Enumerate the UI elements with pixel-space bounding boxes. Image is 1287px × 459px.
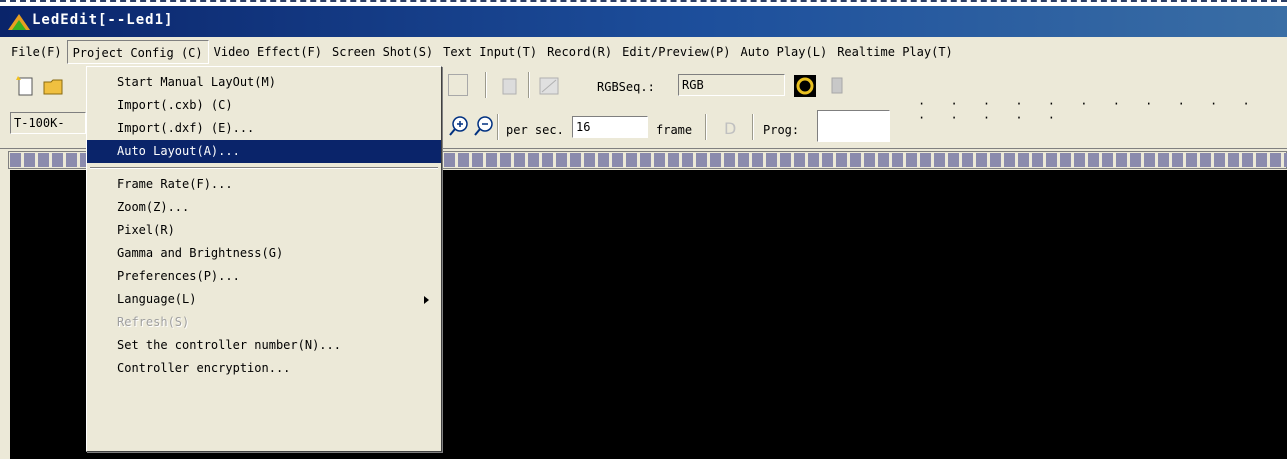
menu-video-effect[interactable]: Video Effect(F): [209, 40, 327, 64]
project-config-menu: Start Manual LayOut(M) Import(.cxb) (C) …: [86, 66, 442, 452]
menu-record[interactable]: Record(R): [542, 40, 617, 64]
frame-label: frame: [656, 123, 693, 137]
slider-ticks: · · · · · · · · · · · · · · · ·: [918, 97, 1259, 125]
menuitem-frame-rate[interactable]: Frame Rate(F)...: [87, 173, 441, 196]
disabled-play-icon[interactable]: D: [720, 116, 744, 140]
menuitem-language[interactable]: Language(L): [87, 288, 441, 311]
menuitem-set-controller-number[interactable]: Set the controller number(N)...: [87, 334, 441, 357]
app-logo-icon: [8, 14, 30, 30]
toolbar-separator: [528, 72, 530, 98]
menuitem-auto-layout[interactable]: Auto Layout(A)...: [87, 140, 441, 163]
toolbar-separator: [705, 114, 707, 140]
menuitem-controller-encryption[interactable]: Controller encryption...: [87, 357, 441, 380]
zoom-out-icon[interactable]: [472, 114, 496, 138]
color-ring-icon[interactable]: [793, 74, 817, 98]
new-file-icon[interactable]: [14, 74, 38, 98]
window-title: LedEdit[--Led1]: [32, 12, 174, 28]
menu-screen-shot[interactable]: Screen Shot(S): [327, 40, 438, 64]
menu-edit-preview[interactable]: Edit/Preview(P): [617, 40, 735, 64]
title-bar-top-edge: [0, 0, 1287, 6]
menu-realtime-play[interactable]: Realtime Play(T): [832, 40, 958, 64]
disabled-edit-icon[interactable]: [537, 74, 561, 98]
menuitem-gamma-brightness[interactable]: Gamma and Brightness(G): [87, 242, 441, 265]
disabled-doc-icon[interactable]: [826, 74, 850, 98]
model-combo[interactable]: T-100K-: [10, 112, 86, 134]
toolbar-separator: [497, 114, 499, 140]
per-sec-label: per sec.: [506, 123, 564, 137]
menuitem-language-label: Language(L): [117, 292, 197, 306]
toolbar-separator: [752, 114, 754, 140]
title-bar: LedEdit[--Led1]: [0, 0, 1287, 37]
prog-label: Prog:: [763, 123, 800, 137]
submenu-arrow-icon: [424, 296, 429, 304]
open-folder-icon[interactable]: [42, 74, 66, 98]
menuitem-import-cxb[interactable]: Import(.cxb) (C): [87, 94, 441, 117]
toolbar-separator: [485, 72, 487, 98]
disabled-tool-icon[interactable]: [448, 74, 468, 96]
menu-separator: [87, 163, 441, 173]
menuitem-preferences[interactable]: Preferences(P)...: [87, 265, 441, 288]
menuitem-pixel[interactable]: Pixel(R): [87, 219, 441, 242]
rgbseq-label: RGBSeq.:: [597, 80, 655, 94]
disabled-copy-icon[interactable]: [498, 74, 522, 98]
menu-text-input[interactable]: Text Input(T): [438, 40, 542, 64]
rgbseq-select[interactable]: RGB: [678, 74, 785, 96]
zoom-in-icon[interactable]: [447, 114, 471, 138]
menu-auto-play[interactable]: Auto Play(L): [735, 40, 832, 64]
menu-bar: File(F) Project Config (C) Video Effect(…: [0, 37, 1287, 66]
svg-text:D: D: [724, 119, 736, 138]
menuitem-refresh: Refresh(S): [117, 315, 190, 329]
menuitem-zoom[interactable]: Zoom(Z)...: [87, 196, 441, 219]
menuitem-import-dxf[interactable]: Import(.dxf) (E)...: [87, 117, 441, 140]
prog-field[interactable]: [817, 110, 890, 142]
menu-file[interactable]: File(F): [6, 40, 67, 64]
menuitem-start-manual-layout[interactable]: Start Manual LayOut(M): [87, 71, 441, 94]
fps-input[interactable]: 16: [572, 116, 648, 138]
menu-project-config[interactable]: Project Config (C): [66, 39, 209, 64]
